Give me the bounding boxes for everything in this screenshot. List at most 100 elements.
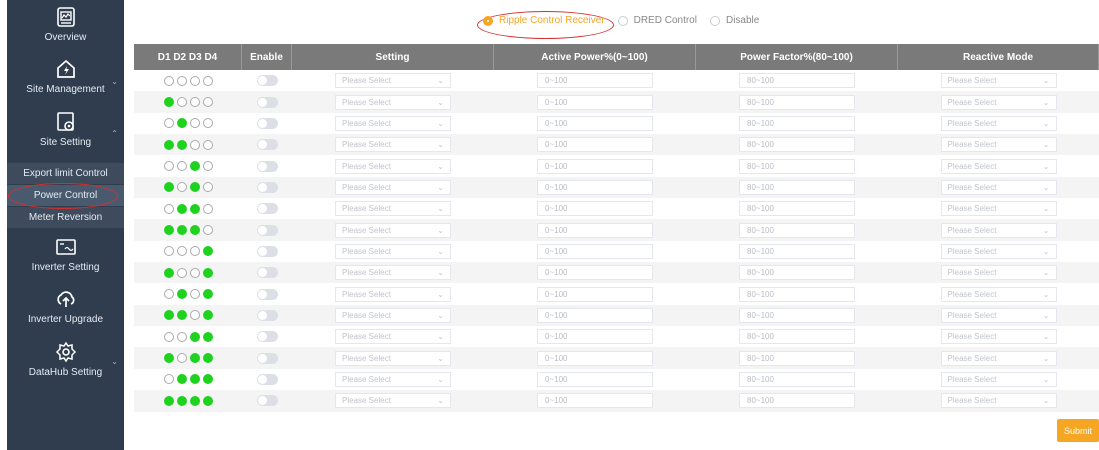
radio-disable[interactable]: Disable (709, 15, 759, 26)
active-power-input[interactable] (537, 393, 653, 409)
active-power-input[interactable] (537, 201, 653, 217)
reactive-mode-select[interactable]: Please Select ⌄ (940, 201, 1057, 217)
d3-indicator-dot (189, 310, 200, 321)
power-factor-input[interactable] (739, 243, 855, 259)
enable-toggle[interactable] (256, 331, 278, 343)
enable-toggle[interactable] (256, 395, 278, 407)
enable-toggle[interactable] (256, 160, 278, 172)
sidebar-item-site-setting[interactable]: Site Setting ⌃ (7, 111, 124, 148)
enable-toggle[interactable] (256, 96, 278, 108)
reactive-mode-select[interactable]: Please Select ⌄ (940, 243, 1057, 259)
power-factor-input[interactable] (739, 350, 855, 366)
setting-select[interactable]: Please Select ⌄ (335, 222, 451, 238)
dred-indicators (163, 374, 213, 385)
active-power-input[interactable] (537, 115, 653, 131)
setting-select[interactable]: Please Select ⌄ (335, 179, 451, 195)
sidebar-item-overview[interactable]: Overview (7, 6, 124, 43)
sidebar-item-inverter-setting[interactable]: Inverter Setting (7, 236, 124, 273)
sidebar-item-site-management[interactable]: Site Management ⌄ (7, 58, 124, 95)
setting-select[interactable]: Please Select ⌄ (335, 393, 451, 409)
power-factor-input[interactable] (739, 179, 855, 195)
setting-select[interactable]: Please Select ⌄ (335, 158, 451, 174)
reactive-mode-select[interactable]: Please Select ⌄ (940, 179, 1057, 195)
setting-select[interactable]: Please Select ⌄ (335, 73, 451, 89)
power-factor-input[interactable] (739, 94, 855, 110)
enable-toggle[interactable] (256, 181, 278, 193)
radio-button[interactable] (709, 15, 720, 26)
reactive-mode-select[interactable]: Please Select ⌄ (940, 286, 1057, 302)
power-factor-input[interactable] (739, 307, 855, 323)
setting-select[interactable]: Please Select ⌄ (335, 201, 451, 217)
power-factor-input[interactable] (739, 115, 855, 131)
enable-toggle[interactable] (256, 203, 278, 215)
power-factor-input[interactable] (739, 286, 855, 302)
reactive-mode-select[interactable]: Please Select ⌄ (940, 393, 1057, 409)
power-factor-input[interactable] (739, 73, 855, 89)
reactive-mode-select[interactable]: Please Select ⌄ (940, 329, 1057, 345)
reactive-mode-select[interactable]: Please Select ⌄ (940, 350, 1057, 366)
enable-toggle[interactable] (256, 267, 278, 279)
active-power-input[interactable] (537, 158, 653, 174)
setting-select[interactable]: Please Select ⌄ (335, 94, 451, 110)
reactive-mode-select[interactable]: Please Select ⌄ (940, 115, 1057, 131)
setting-select[interactable]: Please Select ⌄ (335, 329, 451, 345)
power-factor-input[interactable] (739, 222, 855, 238)
radio-button[interactable] (483, 15, 493, 26)
active-power-input[interactable] (537, 222, 653, 238)
setting-select[interactable]: Please Select ⌄ (335, 115, 451, 131)
active-power-input[interactable] (537, 179, 653, 195)
submit-button[interactable]: Submit (1057, 419, 1099, 442)
enable-toggle[interactable] (256, 224, 278, 236)
sidebar-subitem-meter-reversion[interactable]: Meter Reversion (7, 207, 124, 228)
enable-toggle[interactable] (256, 75, 278, 87)
sidebar-subitem-export-limit-control[interactable]: Export limit Control (7, 163, 124, 184)
active-power-input[interactable] (537, 265, 653, 281)
reactive-mode-select[interactable]: Please Select ⌄ (940, 158, 1057, 174)
reactive-mode-select[interactable]: Please Select ⌄ (940, 371, 1057, 387)
dred-status-cell (134, 155, 242, 176)
reactive-mode-select[interactable]: Please Select ⌄ (940, 222, 1057, 238)
setting-select[interactable]: Please Select ⌄ (335, 286, 451, 302)
radio-dred-control[interactable]: DRED Control (617, 15, 697, 26)
setting-select[interactable]: Please Select ⌄ (335, 137, 451, 153)
power-factor-input[interactable] (739, 371, 855, 387)
reactive-mode-select[interactable]: Please Select ⌄ (940, 73, 1057, 89)
enable-toggle[interactable] (256, 309, 278, 321)
radio-ripple-control-receiver[interactable]: Ripple Control Receiver (483, 15, 605, 26)
active-power-input[interactable] (537, 243, 653, 259)
setting-select[interactable]: Please Select ⌄ (335, 371, 451, 387)
setting-select[interactable]: Please Select ⌄ (335, 265, 451, 281)
setting-select[interactable]: Please Select ⌄ (335, 350, 451, 366)
setting-select[interactable]: Please Select ⌄ (335, 243, 451, 259)
reactive-mode-select[interactable]: Please Select ⌄ (940, 265, 1057, 281)
active-power-input[interactable] (537, 137, 653, 153)
power-factor-input[interactable] (739, 393, 855, 409)
enable-toggle[interactable] (256, 117, 278, 129)
enable-toggle[interactable] (256, 352, 278, 364)
enable-toggle[interactable] (256, 373, 278, 385)
power-factor-input[interactable] (739, 265, 855, 281)
power-factor-input[interactable] (739, 158, 855, 174)
reactive-mode-select[interactable]: Please Select ⌄ (940, 94, 1057, 110)
reactive-mode-select[interactable]: Please Select ⌄ (940, 307, 1057, 323)
active-power-input[interactable] (537, 94, 653, 110)
power-factor-input[interactable] (739, 329, 855, 345)
enable-toggle[interactable] (256, 245, 278, 257)
active-power-input[interactable] (537, 350, 653, 366)
sidebar-item-inverter-upgrade[interactable]: Inverter Upgrade (7, 288, 124, 325)
active-power-input[interactable] (537, 286, 653, 302)
setting-select[interactable]: Please Select ⌄ (335, 307, 451, 323)
enable-toggle[interactable] (256, 139, 278, 151)
active-power-input[interactable] (537, 371, 653, 387)
active-power-input[interactable] (537, 73, 653, 89)
enable-toggle[interactable] (256, 288, 278, 300)
reactive-mode-select[interactable]: Please Select ⌄ (940, 137, 1057, 153)
power-factor-input[interactable] (739, 201, 855, 217)
sidebar-item-datahub-setting[interactable]: DataHub Setting ⌄ (7, 341, 124, 378)
power-factor-input[interactable] (739, 137, 855, 153)
active-power-input[interactable] (537, 329, 653, 345)
active-power-input[interactable] (537, 307, 653, 323)
sidebar-subitem-power-control[interactable]: Power Control (7, 185, 124, 206)
power-factor-cell (696, 134, 898, 155)
radio-button[interactable] (617, 15, 628, 26)
